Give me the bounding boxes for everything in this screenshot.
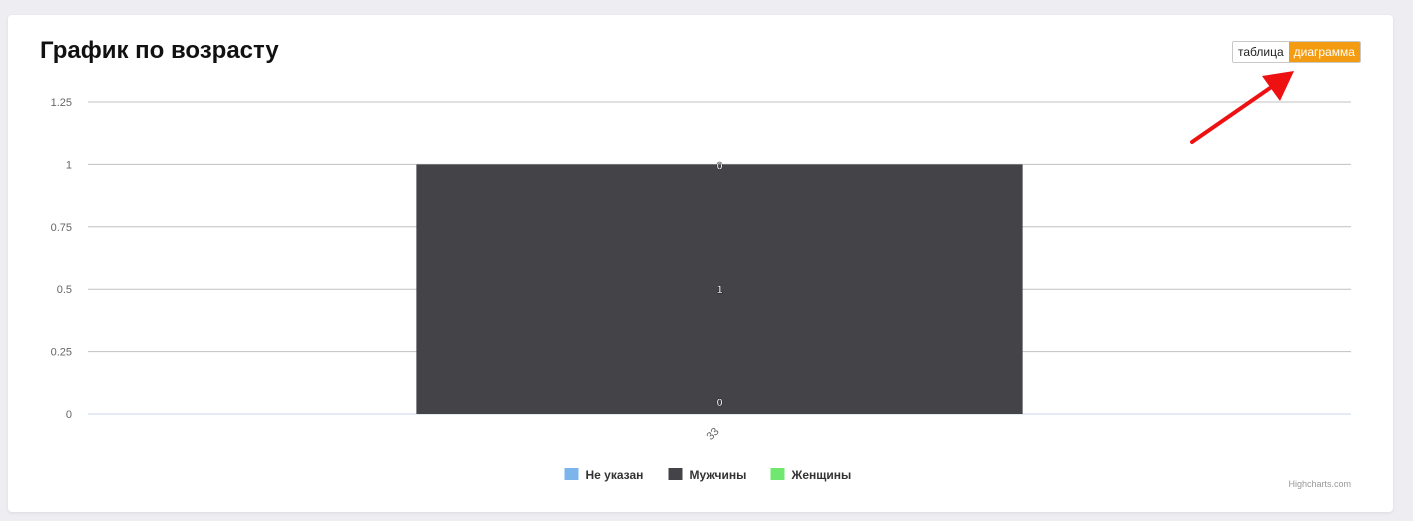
y-tick-label: 1.25 [51, 97, 72, 109]
legend-swatch [770, 468, 785, 480]
y-tick-label: 0.75 [51, 222, 72, 234]
legend: Не указан Мужчины Женщины [564, 468, 852, 482]
legend-item[interactable]: Не указан [564, 468, 644, 482]
legend-swatch [668, 468, 683, 480]
legend-label: Не указан [586, 468, 644, 482]
y-tick-label: 0.25 [51, 347, 72, 359]
legend-item[interactable]: Женщины [770, 468, 852, 482]
data-label: 0 [716, 397, 722, 409]
x-tick-label: 33 [704, 426, 721, 443]
legend-item[interactable]: Мужчины [668, 468, 747, 482]
x-axis-ticks: 33 [704, 426, 721, 443]
y-axis-ticks: 0 0.25 0.5 0.75 1 1.25 [51, 97, 72, 421]
data-label: 1 [716, 284, 722, 296]
legend-swatch [564, 468, 579, 480]
credits-text[interactable]: Highcharts.com [1288, 479, 1351, 489]
annotation-arrow [1190, 71, 1294, 144]
y-tick-label: 1 [66, 159, 72, 171]
y-tick-label: 0.5 [57, 284, 72, 296]
legend-label: Мужчины [690, 468, 747, 482]
legend-label: Женщины [791, 468, 852, 482]
y-tick-label: 0 [66, 409, 72, 421]
age-chart: 0 0.25 0.5 0.75 1 1.25 0 1 0 33 Не указан Мужчин… [51, 71, 1351, 489]
data-label: 0 [716, 160, 722, 172]
